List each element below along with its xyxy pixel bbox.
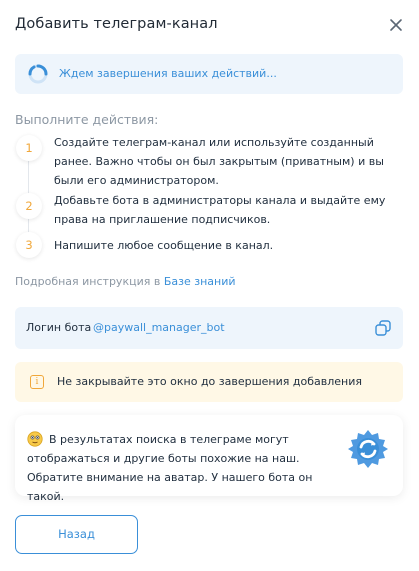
step-text: Добавьте бота в администраторы канала и … — [54, 194, 386, 226]
tip-text: В результатах поиска в телеграме могут о… — [27, 433, 313, 503]
steps-heading: Выполните действия: — [15, 112, 159, 127]
status-text: Ждем завершения ваших действий... — [59, 67, 277, 80]
close-icon[interactable] — [386, 15, 406, 35]
dialog-title: Добавить телеграм-канал — [15, 16, 218, 32]
instructions-prefix: Подробная инструкция в — [15, 275, 161, 288]
back-button[interactable]: Назад — [15, 515, 138, 554]
bot-login-value: @paywall_manager_bot — [93, 321, 225, 334]
step-number: 1 — [16, 135, 42, 161]
step-text: Создайте телеграм-канал или используйте … — [54, 136, 384, 187]
knowledge-base-link[interactable]: Базе знаний — [164, 275, 236, 288]
status-banner: Ждем завершения ваших действий... — [15, 54, 403, 94]
bot-login-label: Логин бота — [26, 321, 92, 334]
step-number: 2 — [16, 193, 42, 219]
warning-banner: i Не закрывайте это окно до завершения д… — [15, 362, 403, 402]
tip-card: В результатах поиска в телеграме могут о… — [15, 415, 403, 503]
warning-text: Не закрывайте это окно до завершения доб… — [57, 375, 362, 388]
bot-avatar-icon — [348, 430, 388, 468]
bot-login-box: Логин бота @paywall_manager_bot — [15, 307, 403, 349]
info-icon: i — [30, 375, 44, 389]
instructions-line: Подробная инструкция в Базе знаний — [15, 275, 236, 288]
step-number: 3 — [16, 232, 42, 258]
loading-spinner-icon — [28, 64, 48, 84]
step-text: Напишите любое сообщение в канал. — [54, 239, 274, 252]
copy-icon[interactable] — [374, 319, 392, 337]
add-channel-dialog: Добавить телеграм-канал Ждем завершения … — [0, 0, 419, 571]
